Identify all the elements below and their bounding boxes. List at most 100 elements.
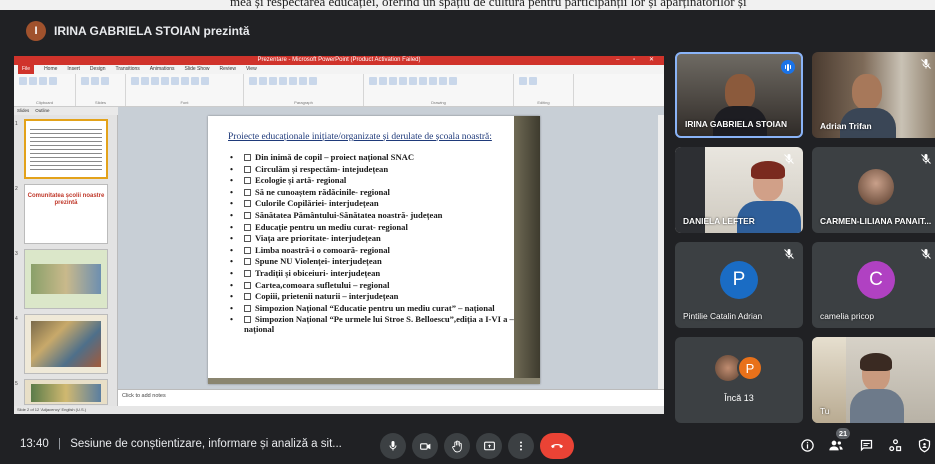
mic-icon — [389, 441, 397, 451]
more-options-button[interactable] — [508, 433, 534, 459]
thumb-number: 4 — [15, 316, 18, 322]
presenter-label: IRINA GABRIELA STOIAN prezintă — [54, 24, 250, 38]
thumb-number: 1 — [15, 121, 18, 127]
slide-bullet-item: Să ne cunoaștem rădăcinile- regional — [230, 187, 520, 199]
thumb-number: 3 — [15, 251, 18, 257]
ppt-panel-tabs: Slides Outline — [14, 107, 118, 115]
ribbon-group-editing: Editing — [514, 74, 574, 106]
ppt-ribbon-tabs: File Home Insert Design Transitions Anim… — [14, 65, 664, 74]
slide-bullet-item: Simpozion Național “Educatie pentru un m… — [230, 303, 520, 313]
slide-bullet-item: Culorile Copilăriei- interjudețean — [230, 198, 520, 210]
speaking-indicator-icon — [781, 60, 795, 74]
slide-title: Proiecte educaționale inițiate/organizat… — [228, 132, 492, 142]
slide-bullet-item: Din inimă de copil – proiect național SN… — [230, 152, 520, 164]
ribbon-group-clipboard: Clipboard — [14, 74, 76, 106]
people-button[interactable]: 21 — [826, 428, 850, 455]
window-controls: – ▫ ✕ — [616, 57, 660, 63]
ppt-status-bar: Slide 2 of 12 'Adjacency' English (U.S.) — [14, 406, 664, 414]
ribbon-group-paragraph: Paragraph — [244, 74, 364, 106]
chat-button[interactable] — [856, 435, 876, 455]
participant-video — [725, 74, 755, 110]
people-count-badge: 21 — [836, 428, 850, 439]
present-button[interactable] — [476, 433, 502, 459]
more-vert-icon — [520, 441, 522, 451]
presenter-chip: I IRINA GABRIELA STOIAN prezintă — [26, 21, 250, 41]
slide-bullet-item: Tradiții și obiceiuri- interjudețean — [230, 268, 520, 280]
meeting-time: 13:40 — [20, 438, 49, 450]
slide-bullet-item: Sănătatea Pământului-Sănătatea noastră- … — [230, 210, 520, 222]
present-screen-icon — [483, 441, 495, 450]
slide-bullet-list: Din inimă de copil – proiect național SN… — [230, 152, 520, 334]
host-controls-button[interactable] — [914, 435, 934, 455]
ppt-tab-home: Home — [44, 66, 58, 72]
shield-icon — [918, 438, 930, 452]
meeting-title: Sesiune de conștientizare, informare și … — [70, 438, 342, 450]
participant-avatar: P — [737, 355, 763, 381]
shared-screen[interactable]: Prezentare - Microsoft PowerPoint (Produ… — [14, 56, 664, 414]
meeting-info-separator: | — [57, 438, 61, 450]
participant-tile-daniela[interactable]: DANIELA LEFTER — [675, 147, 803, 233]
ppt-tab-file: File — [18, 65, 35, 74]
slide-bullet-item: Circulăm și respectăm- intejudețean — [230, 164, 520, 176]
participant-tile-camelia[interactable]: C camelia pricop — [812, 242, 935, 328]
slide-bullet-item: Limba noastră-i o comoară- regional — [230, 245, 520, 257]
participant-photo — [858, 169, 894, 205]
end-call-button[interactable] — [540, 433, 574, 459]
slide-bullet-item: Viața are prioritate- interjudețean — [230, 233, 520, 245]
meeting-info: 13:40 | Sesiune de conștientizare, infor… — [20, 438, 342, 450]
ribbon-group-font: Font — [126, 74, 244, 106]
participant-tile-adrian[interactable]: Adrian Trifan — [812, 52, 935, 138]
participant-name: DANIELA LEFTER — [683, 216, 755, 226]
ribbon-group-drawing: Drawing — [364, 74, 514, 106]
participant-name: CARMEN-LILIANA PANAIT... — [820, 216, 932, 226]
slide-bottom-bar — [208, 378, 540, 384]
ppt-tab-slideshow: Slide Show — [184, 66, 210, 72]
hand-icon — [451, 440, 462, 452]
participant-name: Tu — [820, 406, 830, 416]
self-view-tile[interactable]: Tu — [812, 337, 935, 423]
participant-tile-carmen[interactable]: CARMEN-LILIANA PANAIT... — [812, 147, 935, 233]
slide-bullet-item: Copiii, prietenii naturii – interjudețea… — [230, 291, 520, 303]
slide-thumbnails: 1 2 Comunitatea școlii noastre prezintă … — [14, 115, 118, 406]
info-icon — [800, 438, 814, 452]
slide-bullet-item: Cartea,comoara sufletului – regional — [230, 280, 520, 292]
mic-off-icon — [921, 249, 931, 259]
more-participants-label: Încă 13 — [724, 393, 754, 403]
slide-bullet-item: Educație pentru un mediu curat- regional — [230, 222, 520, 234]
top-caption-strip: mea și respectarea educației, oferind un… — [0, 0, 935, 10]
participant-tile-pintilie[interactable]: P Pintilie Catalin Adrian — [675, 242, 803, 328]
participant-avatar: P — [720, 261, 758, 299]
top-caption-text: mea și respectarea educației, oferind un… — [230, 0, 747, 9]
participant-video — [852, 74, 882, 110]
mic-off-icon — [921, 154, 931, 164]
activities-icon — [888, 438, 901, 451]
mic-button[interactable] — [380, 433, 406, 459]
ppt-tab-design: Design — [89, 66, 106, 72]
people-icon — [829, 440, 843, 451]
more-participants-tile[interactable]: P Încă 13 — [675, 337, 803, 423]
participant-avatar: C — [857, 261, 895, 299]
ppt-window-title: Prezentare - Microsoft PowerPoint (Produ… — [14, 56, 664, 65]
notes-pane[interactable]: Click to add notes — [118, 389, 664, 406]
slide-bullet-item: Simpozion Național “Pe urmele lui Stroe … — [230, 314, 520, 334]
panel-tab-outline: Outline — [35, 108, 50, 113]
participant-tile-irina[interactable]: IRINA GABRIELA STOIAN — [675, 52, 803, 138]
slide-thumbnail — [24, 249, 108, 309]
meeting-details-button[interactable] — [797, 435, 817, 455]
ppt-tab-review: Review — [219, 66, 236, 72]
slide-bullet-item: Ecologie și artă- regional — [230, 175, 520, 187]
camera-button[interactable] — [412, 433, 438, 459]
ppt-tab-transitions: Transitions — [115, 66, 140, 72]
participant-name: IRINA GABRIELA STOIAN — [685, 119, 788, 129]
slide-scrollbar[interactable] — [658, 115, 664, 389]
raise-hand-button[interactable] — [444, 433, 470, 459]
slide-thumbnail — [24, 379, 108, 405]
presenter-avatar: I — [26, 21, 46, 41]
mic-off-icon — [784, 154, 794, 164]
activities-button[interactable] — [885, 435, 905, 455]
mic-off-icon — [921, 59, 931, 69]
participant-name: Pintilie Catalin Adrian — [683, 311, 763, 321]
thumb-number: 5 — [15, 381, 18, 387]
current-slide[interactable]: Proiecte educaționale inițiate/organizat… — [208, 116, 540, 384]
mic-off-icon — [784, 249, 794, 259]
